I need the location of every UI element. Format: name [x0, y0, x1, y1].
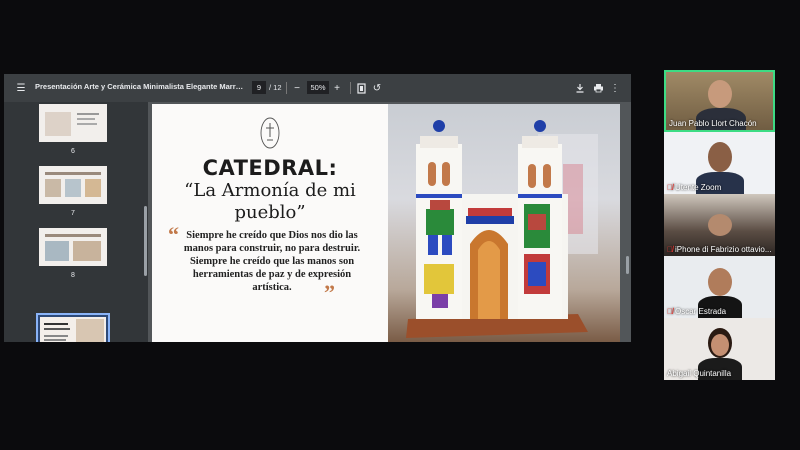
print-icon[interactable]: [591, 81, 605, 95]
thumbnail-text: [44, 323, 68, 325]
thumbnail-page[interactable]: [39, 104, 107, 142]
thumbnail-image: [73, 241, 101, 261]
fit-page-icon[interactable]: [354, 81, 368, 95]
church-emblem-icon: [260, 117, 280, 149]
thumbnail-image: [45, 241, 69, 261]
participant-head: [711, 334, 729, 356]
thumbnail-image: [85, 179, 101, 197]
thumbnail-page[interactable]: [39, 166, 107, 204]
participant-head: [708, 142, 732, 172]
participant-head: [708, 80, 732, 108]
mic-muted-icon: 🎙̸: [667, 245, 673, 254]
rotate-icon[interactable]: ↺: [370, 81, 384, 95]
thumbnail-page-selected[interactable]: [36, 313, 110, 342]
participant-name: Juan Pablo Llort Chacón: [669, 119, 757, 128]
participant-tile[interactable]: 🎙̸ iPhone di Fabrizio ottavio...: [664, 194, 775, 256]
thumbnail-image: [76, 319, 104, 342]
participant-tile[interactable]: 🎙̸ Oscar Estrada: [664, 256, 775, 318]
thumbnail-text: [45, 234, 101, 237]
thumbnail-text: [44, 335, 68, 337]
menu-icon[interactable]: ☰: [14, 81, 28, 95]
participant-label: 🎙̸ Utente Zoom: [667, 183, 721, 192]
shared-screen: ☰ Presentación Arte y Cerámica Minimalis…: [4, 74, 631, 342]
participant-name: Abigail Quintanilla: [667, 369, 732, 378]
thumbnail-number: 7: [71, 210, 75, 217]
zoom-in-button[interactable]: +: [330, 81, 344, 95]
slide-photo: [388, 104, 620, 342]
participant-name: Oscar Estrada: [675, 307, 727, 316]
slide-page: CATEDRAL: “La Armonía de mi pueblo” “ Si…: [152, 104, 620, 342]
sidebar-scrollbar[interactable]: [144, 206, 147, 276]
participant-tile-speaking[interactable]: Juan Pablo Llort Chacón: [664, 70, 775, 132]
thumbnail-text: [77, 113, 99, 115]
page-total: / 12: [269, 83, 282, 92]
pdf-toolbar: ☰ Presentación Arte y Cerámica Minimalis…: [4, 74, 631, 102]
page-view: CATEDRAL: “La Armonía de mi pueblo” “ Si…: [148, 102, 631, 342]
thumbnail-text: [44, 339, 66, 341]
slide-heading: CATEDRAL:: [202, 156, 338, 180]
ceramic-cathedral-image: [406, 120, 598, 338]
more-options-icon[interactable]: ⋮: [608, 81, 622, 95]
participant-tile[interactable]: 🎙̸ Utente Zoom: [664, 132, 775, 194]
participant-head: [708, 268, 732, 296]
thumbnail-sidebar: 6 7 8 9: [4, 102, 148, 342]
mic-muted-icon: 🎙̸: [667, 307, 673, 316]
slide-subheading: pueblo”: [234, 202, 306, 223]
participant-tile[interactable]: Abigail Quintanilla: [664, 318, 775, 380]
slide-text-panel: CATEDRAL: “La Armonía de mi pueblo” “ Si…: [152, 104, 388, 342]
thumbnail-text: [77, 118, 95, 120]
quote-open-mark: “: [168, 222, 179, 247]
zoom-out-button[interactable]: −: [290, 81, 304, 95]
mic-muted-icon: 🎙̸: [667, 183, 673, 192]
thumbnail-image: [45, 112, 71, 136]
thumbnail-page[interactable]: [39, 228, 107, 266]
thumbnail-image: [65, 179, 81, 197]
zoom-input[interactable]: 50%: [307, 81, 329, 94]
slide-quote: Siempre he creído que Dios nos dio las m…: [183, 230, 361, 293]
document-title: Presentación Arte y Cerámica Minimalista…: [35, 82, 245, 91]
thumbnail-text: [77, 123, 97, 125]
thumbnail-text: [45, 172, 101, 175]
download-icon[interactable]: [573, 81, 587, 95]
thumbnail-number: 8: [71, 272, 75, 279]
thumbnail-text: [44, 328, 70, 330]
page-scrollbar[interactable]: [626, 256, 629, 274]
toolbar-divider: [286, 82, 287, 94]
participant-head: [708, 214, 732, 236]
participant-name: Utente Zoom: [675, 183, 722, 192]
quote-close-mark: ”: [324, 280, 335, 305]
participant-name: iPhone di Fabrizio ottavio...: [675, 245, 772, 254]
toolbar-divider: [350, 82, 351, 94]
slide-subheading: “La Armonía de mi: [184, 180, 356, 201]
thumbnail-slide: [40, 317, 106, 342]
thumbnail-image: [45, 179, 61, 197]
page-number-input[interactable]: 9: [252, 81, 266, 94]
participant-label: 🎙̸ Oscar Estrada: [667, 307, 726, 316]
participant-label: 🎙̸ iPhone di Fabrizio ottavio...: [667, 245, 772, 254]
thumbnail-number: 6: [71, 148, 75, 155]
